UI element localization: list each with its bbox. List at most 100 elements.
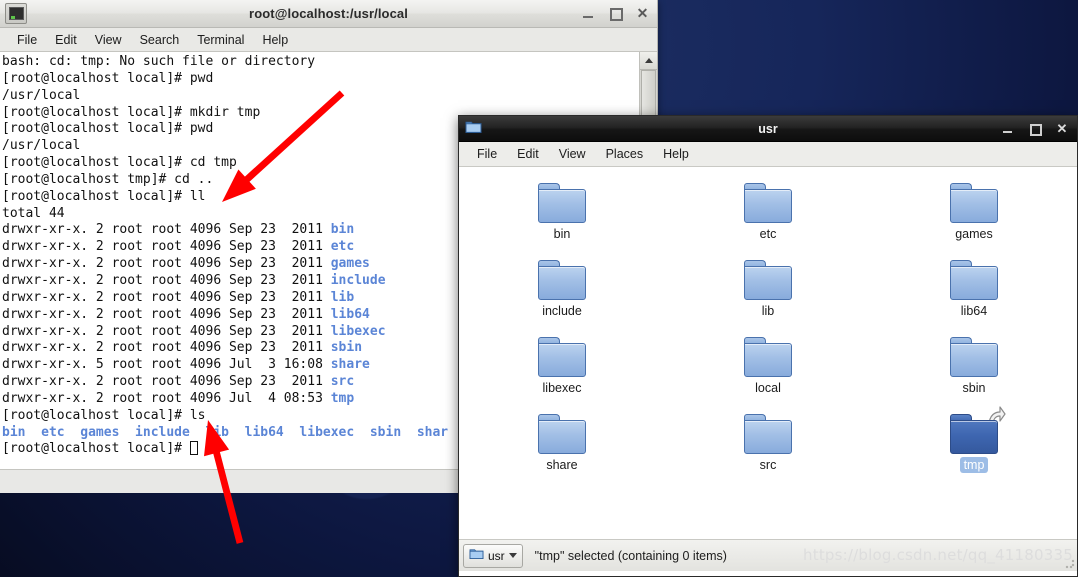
directory-name: sbin: [330, 340, 363, 356]
menu-item-places[interactable]: Places: [596, 145, 654, 163]
folder-item-include[interactable]: include: [512, 260, 612, 337]
minimize-icon[interactable]: [582, 7, 595, 20]
terminal-text: drwxr-xr-x. 2 root root 4096 Sep 23 2011: [2, 374, 331, 390]
terminal-text: drwxr-xr-x. 2 root root 4096 Sep 23 2011: [2, 323, 331, 339]
terminal-title: root@localhost:/usr/local: [249, 6, 408, 21]
folder-item-libexec[interactable]: libexec: [512, 337, 612, 414]
terminal-text: drwxr-xr-x. 5 root root 4096 Jul 3 16:08: [2, 357, 331, 373]
menu-item-view[interactable]: View: [86, 31, 131, 49]
maximize-icon[interactable]: [1029, 123, 1042, 136]
folder-icon: [469, 547, 484, 565]
folder-item-games[interactable]: games: [924, 183, 1024, 260]
folder-item-sbin[interactable]: sbin: [924, 337, 1024, 414]
directory-name: bin etc games include lib lib64 libexec …: [2, 424, 449, 440]
folder-icon: [538, 260, 586, 300]
terminal-window-buttons: ✕: [582, 0, 649, 27]
folder-item-src[interactable]: src: [718, 414, 818, 491]
directory-name: include: [330, 272, 386, 288]
close-icon[interactable]: ✕: [636, 6, 649, 20]
directory-name: share: [330, 357, 370, 373]
folder-icon: [538, 183, 586, 223]
folder-item-lib[interactable]: lib: [718, 260, 818, 337]
status-text: "tmp" selected (containing 0 items): [534, 548, 727, 563]
terminal-line: /usr/local: [2, 88, 639, 105]
folder-label: sbin: [962, 381, 986, 395]
folder-icon: [950, 414, 998, 454]
folder-item-bin[interactable]: bin: [512, 183, 612, 260]
folder-label: share: [546, 458, 578, 472]
folder-icon: [950, 337, 998, 377]
terminal-titlebar[interactable]: root@localhost:/usr/local ✕: [0, 0, 657, 28]
terminal-text: [root@localhost local]# ls: [2, 407, 206, 423]
file-manager-icon-view[interactable]: bin etc games include lib lib64 libexec local sb…: [459, 167, 1077, 539]
file-manager-menubar: File Edit View Places Help: [459, 142, 1077, 167]
terminal-text: drwxr-xr-x. 2 root root 4096 Sep 23 2011: [2, 222, 331, 238]
folder-item-share[interactable]: share: [512, 414, 612, 491]
maximize-icon[interactable]: [609, 7, 623, 21]
desktop-screen: root@localhost:/usr/local ✕ File Edit Vi…: [0, 0, 1078, 577]
close-icon[interactable]: ✕: [1056, 122, 1068, 135]
terminal-text: bash: cd: tmp: No such file or directory: [2, 54, 316, 69]
directory-name: libexec: [330, 323, 386, 339]
folder-icon: [744, 260, 792, 300]
menu-item-file[interactable]: File: [8, 31, 46, 49]
menu-item-file[interactable]: File: [467, 145, 507, 163]
menu-item-edit[interactable]: Edit: [46, 31, 86, 49]
folder-item-lib64[interactable]: lib64: [924, 260, 1024, 337]
chevron-down-icon: [508, 553, 517, 558]
menu-item-view[interactable]: View: [549, 145, 596, 163]
folder-icon: [538, 414, 586, 454]
resize-grip[interactable]: [1065, 559, 1075, 569]
menu-item-help[interactable]: Help: [253, 31, 297, 49]
terminal-icon[interactable]: [5, 3, 27, 24]
terminal-text: drwxr-xr-x. 2 root root 4096 Sep 23 2011: [2, 306, 331, 322]
file-manager-titlebar[interactable]: usr ✕: [459, 116, 1077, 142]
terminal-text: drwxr-xr-x. 2 root root 4096 Sep 23 2011: [2, 256, 331, 272]
terminal-line: bash: cd: tmp: No such file or directory: [2, 54, 639, 71]
menu-item-help[interactable]: Help: [653, 145, 699, 163]
folder-icon: [538, 337, 586, 377]
directory-name: bin: [330, 222, 355, 238]
terminal-line: [root@localhost local]# pwd: [2, 71, 639, 88]
terminal-text: [root@localhost local]# pwd: [2, 70, 214, 86]
folder-label: libexec: [542, 381, 582, 395]
menu-item-terminal[interactable]: Terminal: [188, 31, 253, 49]
folder-item-local[interactable]: local: [718, 337, 818, 414]
terminal-text: [root@localhost local]# mkdir tmp: [2, 104, 261, 120]
folder-icon: [950, 183, 998, 223]
directory-name: lib: [330, 289, 355, 305]
watermark-text: https://blog.csdn.net/qq_41180335: [803, 546, 1073, 564]
terminal-text: [root@localhost local]#: [2, 441, 190, 457]
folder-label: include: [542, 304, 582, 318]
terminal-text: total 44: [2, 205, 65, 221]
terminal-text: drwxr-xr-x. 2 root root 4096 Jul 4 08:53: [2, 390, 331, 406]
directory-name: games: [330, 256, 370, 272]
scroll-up-icon[interactable]: [640, 52, 657, 70]
folder-icon: [744, 414, 792, 454]
folder-item-tmp[interactable]: tmp: [924, 406, 1024, 491]
folder-icon: [744, 183, 792, 223]
file-manager-window[interactable]: usr ✕ File Edit View Places Help bin etc g…: [458, 115, 1078, 577]
minimize-icon[interactable]: [1002, 123, 1014, 135]
folder-icon: [465, 119, 482, 139]
path-dropdown-button[interactable]: usr: [463, 543, 523, 568]
directory-name: etc: [330, 239, 355, 255]
terminal-text: [root@localhost local]# pwd: [2, 121, 214, 137]
directory-name: src: [330, 374, 355, 390]
folder-label: src: [759, 458, 777, 472]
terminal-text: /usr/local: [2, 138, 81, 154]
directory-name: lib64: [330, 306, 370, 322]
folder-label: lib64: [960, 304, 988, 318]
terminal-text: [root@localhost local]# ll: [2, 188, 206, 204]
terminal-text: drwxr-xr-x. 2 root root 4096 Sep 23 2011: [2, 239, 331, 255]
menu-item-search[interactable]: Search: [131, 31, 189, 49]
folder-label: lib: [761, 304, 775, 318]
terminal-text: drwxr-xr-x. 2 root root 4096 Sep 23 2011: [2, 272, 331, 288]
folder-icon: [744, 337, 792, 377]
path-dropdown-label: usr: [488, 548, 505, 563]
terminal-text: [root@localhost tmp]# cd ..: [2, 171, 214, 187]
terminal-text: drwxr-xr-x. 2 root root 4096 Sep 23 2011: [2, 289, 331, 305]
folder-label: local: [755, 381, 781, 395]
menu-item-edit[interactable]: Edit: [507, 145, 549, 163]
folder-item-etc[interactable]: etc: [718, 183, 818, 260]
